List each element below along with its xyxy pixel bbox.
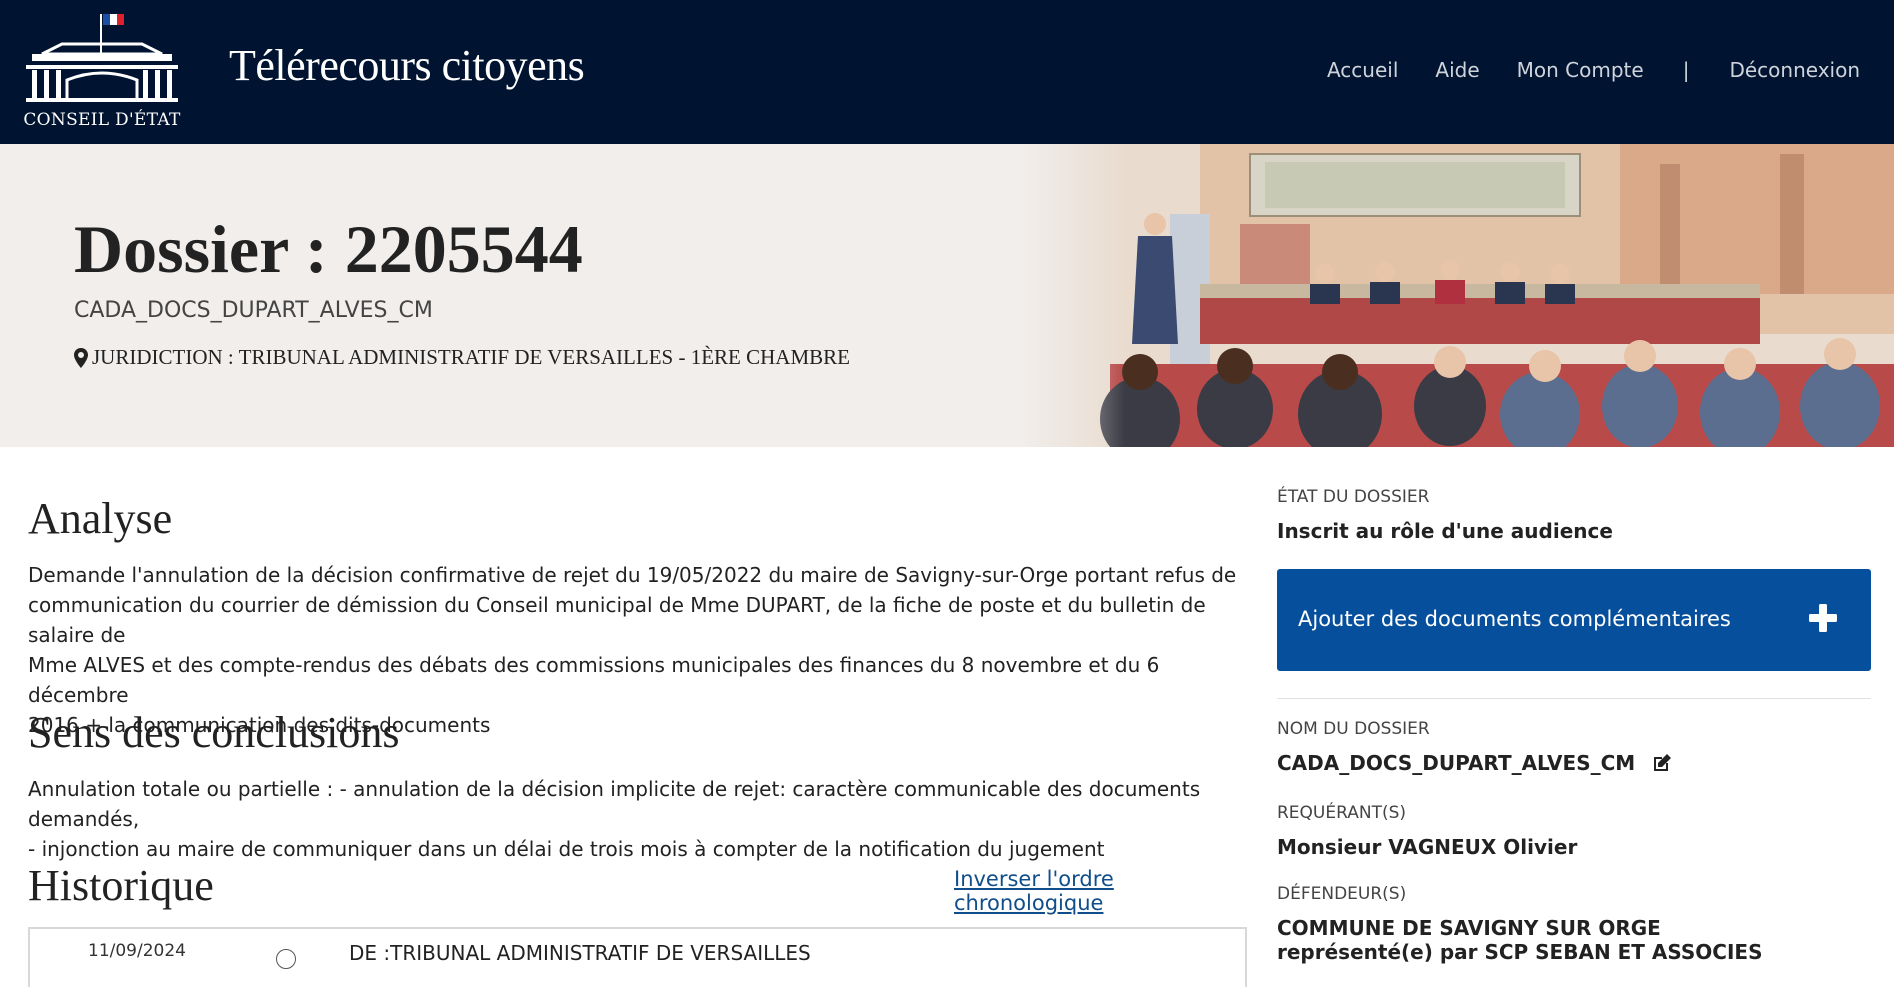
nav-help-link[interactable]: Aide	[1435, 58, 1479, 82]
conseil-etat-building-icon	[26, 14, 178, 102]
dossier-hero: Dossier : 2205544 CADA_DOCS_DUPART_ALVES…	[0, 144, 1894, 447]
nom-value-row: CADA_DOCS_DUPART_ALVES_CM	[1277, 751, 1672, 775]
edit-icon[interactable]	[1652, 753, 1672, 773]
analyse-line: Demande l'annulation de la décision conf…	[28, 563, 1237, 587]
add-documents-label: Ajouter des documents complémentaires	[1298, 607, 1731, 631]
requerant-label: REQUÉRANT(S)	[1277, 803, 1407, 823]
conclusions-line: Annulation totale ou partielle : - annul…	[28, 777, 1201, 831]
add-documents-button[interactable]: Ajouter des documents complémentaires	[1277, 569, 1871, 671]
analyse-line: Mme ALVES et des compte-rendus des débat…	[28, 653, 1160, 707]
app-title[interactable]: Télérecours citoyens	[229, 40, 585, 91]
nom-label: NOM DU DOSSIER	[1277, 719, 1430, 739]
nav-separator: |	[1682, 58, 1690, 82]
analyse-line: communication du courrier de démission d…	[28, 593, 1206, 647]
sidebar-divider	[1277, 698, 1871, 699]
history-table: 11/09/2024 DE :TRIBUNAL ADMINISTRATIF DE…	[28, 927, 1247, 987]
site-logo[interactable]: CONSEIL D'ÉTAT	[22, 10, 182, 134]
juridiction-text: JURIDICTION : TRIBUNAL ADMINISTRATIF DE …	[92, 345, 850, 369]
dossier-title: Dossier : 2205544	[74, 211, 583, 287]
historique-heading: Historique	[28, 861, 214, 910]
nom-value: CADA_DOCS_DUPART_ALVES_CM	[1277, 751, 1636, 775]
etat-label: ÉTAT DU DOSSIER	[1277, 487, 1430, 507]
history-source: DE :TRIBUNAL ADMINISTRATIF DE VERSAILLES	[349, 941, 811, 965]
juridiction-line: JURIDICTION : TRIBUNAL ADMINISTRATIF DE …	[74, 345, 850, 370]
map-pin-icon	[74, 347, 88, 368]
top-header: CONSEIL D'ÉTAT Télérecours citoyens Accu…	[0, 0, 1894, 144]
nav-account-link[interactable]: Mon Compte	[1517, 58, 1644, 82]
timeline-dot-icon	[276, 949, 296, 969]
courtroom-illustration	[1020, 144, 1894, 447]
analyse-heading: Analyse	[28, 494, 173, 543]
defendeur-value: COMMUNE DE SAVIGNY SUR ORGE	[1277, 916, 1661, 940]
defendeur-representative: représenté(e) par SCP SEBAN ET ASSOCIES	[1277, 940, 1763, 964]
requerant-value: Monsieur VAGNEUX Olivier	[1277, 835, 1578, 859]
plus-icon	[1809, 604, 1837, 632]
logo-text: CONSEIL D'ÉTAT	[23, 110, 181, 130]
defendeur-label: DÉFENDEUR(S)	[1277, 884, 1407, 904]
etat-value: Inscrit au rôle d'une audience	[1277, 519, 1613, 543]
dossier-reference: CADA_DOCS_DUPART_ALVES_CM	[74, 298, 433, 323]
conclusions-text: Annulation totale ou partielle : - annul…	[28, 774, 1258, 864]
conclusions-heading: Sens des conclusions	[28, 708, 400, 757]
top-nav: Accueil Aide Mon Compte | Déconnexion	[1290, 58, 1860, 82]
nav-home-link[interactable]: Accueil	[1327, 58, 1398, 82]
nav-logout-link[interactable]: Déconnexion	[1729, 58, 1860, 82]
invert-order-link[interactable]: Inverser l'ordre chronologique	[954, 867, 1248, 915]
history-date: 11/09/2024	[88, 941, 186, 961]
